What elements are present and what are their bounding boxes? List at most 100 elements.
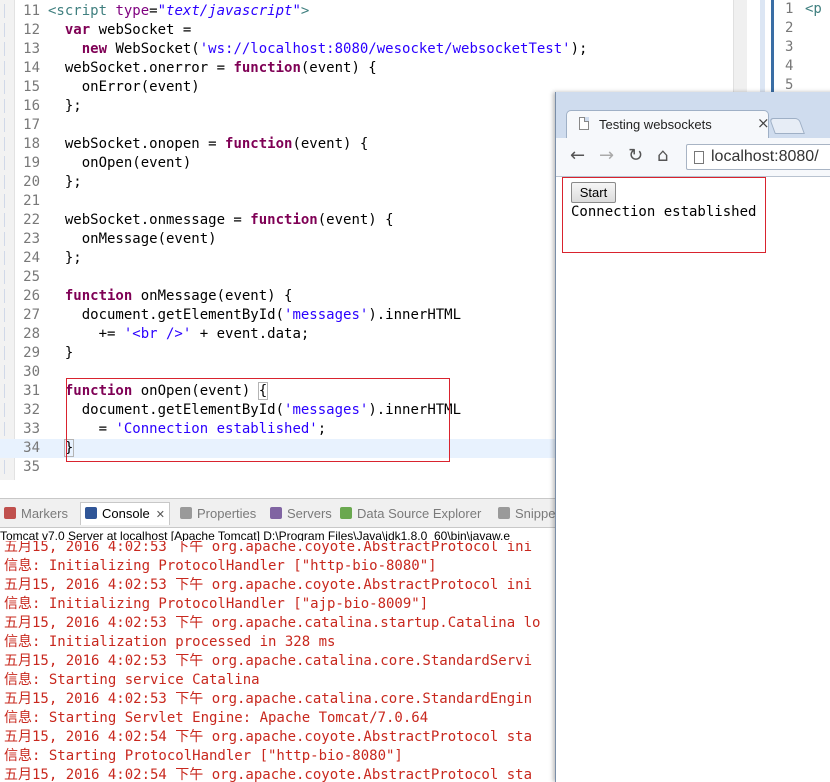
tab-markers[interactable]: Markers — [4, 503, 68, 525]
line-number: 11 — [23, 3, 40, 19]
console-line: 五月15, 2016 4:02:53 下午 org.apache.coyote.… — [4, 577, 533, 593]
console-line: 五月15, 2016 4:02:54 下午 org.apache.coyote.… — [4, 729, 533, 745]
console-line: 五月15, 2016 4:02:53 下午 org.apache.catalin… — [4, 615, 541, 631]
line-number: 14 — [23, 60, 40, 76]
line-number: 4 — [785, 58, 794, 74]
line-code[interactable]: document.getElementById('messages').inne… — [48, 306, 461, 325]
page-content: Start Connection established — [556, 177, 830, 782]
properties-icon — [180, 507, 192, 519]
close-icon[interactable]: ✕ — [156, 509, 165, 521]
line-code[interactable]: webSocket.onopen = function(event) { — [48, 135, 368, 154]
line-number: 18 — [23, 136, 40, 152]
line-number: 31 — [23, 383, 40, 399]
line-number: 15 — [23, 79, 40, 95]
line-number: 5 — [785, 77, 794, 92]
line-code[interactable]: }; — [48, 97, 82, 116]
browser-window: Testing websockets × ← → ↻ ⌂ localhost:8… — [555, 92, 830, 782]
tab-properties[interactable]: Properties — [180, 503, 256, 525]
data-source-explorer-icon — [340, 507, 352, 519]
url-text[interactable]: localhost:8080/ — [711, 148, 819, 166]
line-number: 29 — [23, 345, 40, 361]
line-number: 25 — [23, 269, 40, 285]
tab-label: Data Source Explorer — [357, 506, 482, 521]
editor2-ruler — [771, 0, 774, 92]
annotation-box-onopen — [66, 378, 450, 462]
new-tab-button[interactable] — [769, 118, 805, 134]
second-editor-pane[interactable]: 1 <p 2 3 4 5 — [760, 0, 830, 92]
line-number: 20 — [23, 174, 40, 190]
tab-console[interactable]: Console ✕ — [80, 502, 170, 525]
line-number: 2 — [785, 20, 794, 36]
line-number: 35 — [23, 459, 40, 475]
console-line: 五月15, 2016 4:02:53 下午 org.apache.catalin… — [4, 691, 533, 707]
line-number: 19 — [23, 155, 40, 171]
line-code[interactable]: onMessage(event) — [48, 230, 217, 249]
markers-icon — [4, 507, 16, 519]
line-code[interactable]: }; — [48, 173, 82, 192]
line-number: 34 — [23, 440, 40, 456]
tab-testing-websockets[interactable]: Testing websockets × — [566, 110, 770, 138]
line-number: 3 — [785, 39, 794, 55]
code-line[interactable]: 12 var webSocket = — [0, 21, 760, 40]
code-line[interactable]: 13 new WebSocket('ws://localhost:8080/we… — [0, 40, 760, 59]
line-number: 22 — [23, 212, 40, 228]
home-icon[interactable]: ⌂ — [657, 146, 668, 166]
line-code[interactable]: new WebSocket('ws://localhost:8080/wesoc… — [48, 40, 588, 59]
snippe-icon — [498, 507, 510, 519]
line-number: 33 — [23, 421, 40, 437]
back-arrow-icon[interactable]: ← — [570, 146, 585, 166]
console-output[interactable]: 五月15, 2016 4:02:53 下午 org.apache.coyote.… — [0, 541, 555, 782]
line-code[interactable]: function onMessage(event) { — [48, 287, 293, 306]
tab-title: Testing websockets — [599, 117, 712, 132]
console-line: 信息: Starting service Catalina — [4, 672, 260, 688]
line-number: 24 — [23, 250, 40, 266]
servers-icon — [270, 507, 282, 519]
browser-frame: Testing websockets × ← → ↻ ⌂ localhost:8… — [556, 92, 830, 177]
line-code[interactable]: } — [48, 344, 73, 363]
line-code[interactable]: += '<br />' + event.data; — [48, 325, 310, 344]
line-code[interactable]: webSocket.onmessage = function(event) { — [48, 211, 394, 230]
code-line[interactable]: 11 <script type="text/javascript"> — [0, 2, 760, 21]
document-icon — [579, 117, 589, 130]
line-number: 23 — [23, 231, 40, 247]
line-number: 17 — [23, 117, 40, 133]
tab-snippe[interactable]: Snippe — [498, 503, 555, 525]
line-number: 21 — [23, 193, 40, 209]
line-number: 28 — [23, 326, 40, 342]
line-number: 27 — [23, 307, 40, 323]
line-code[interactable]: }; — [48, 249, 82, 268]
forward-arrow-icon[interactable]: → — [599, 146, 614, 166]
line-code[interactable]: <script type="text/javascript"> — [48, 2, 309, 21]
console-line: 五月15, 2016 4:02:53 下午 org.apache.catalin… — [4, 653, 533, 669]
line-number: 12 — [23, 22, 40, 38]
tab-label: Markers — [21, 506, 68, 521]
line-code[interactable]: var webSocket = — [48, 21, 191, 40]
code-line[interactable]: 14 webSocket.onerror = function(event) { — [0, 59, 760, 78]
line-number: 32 — [23, 402, 40, 418]
line-code[interactable]: onError(event) — [48, 78, 200, 97]
tab-label: Console — [102, 506, 150, 521]
console-line: 信息: Initializing ProtocolHandler ["ajp-b… — [4, 596, 429, 612]
line-code[interactable]: onOpen(event) — [48, 154, 192, 173]
console-line: 信息: Initialization processed in 328 ms — [4, 634, 336, 650]
tab-data-source-explorer[interactable]: Data Source Explorer — [340, 503, 481, 525]
line-number: 16 — [23, 98, 40, 114]
reload-icon[interactable]: ↻ — [628, 146, 643, 166]
console-line: 五月15, 2016 4:02:53 下午 org.apache.coyote.… — [4, 541, 533, 555]
tab-servers[interactable]: Servers — [270, 503, 332, 525]
address-bar[interactable]: localhost:8080/ — [686, 144, 830, 170]
tab-label: Snippe — [515, 506, 556, 521]
tab-label: Servers — [287, 506, 332, 521]
close-icon[interactable]: × — [757, 114, 770, 132]
console-line: 五月15, 2016 4:02:54 下午 org.apache.coyote.… — [4, 767, 533, 782]
line-number: 30 — [23, 364, 40, 380]
line-number: 1 — [785, 1, 794, 17]
console-icon — [85, 507, 97, 519]
line-code[interactable]: webSocket.onerror = function(event) { — [48, 59, 377, 78]
console-line: 信息: Initializing ProtocolHandler ["http-… — [4, 558, 437, 574]
tab-label: Properties — [197, 506, 257, 521]
line-number: 26 — [23, 288, 40, 304]
page-icon — [694, 151, 704, 164]
browser-toolbar: ← → ↻ ⌂ localhost:8080/ — [556, 138, 830, 176]
line-code[interactable]: <p — [805, 0, 822, 19]
